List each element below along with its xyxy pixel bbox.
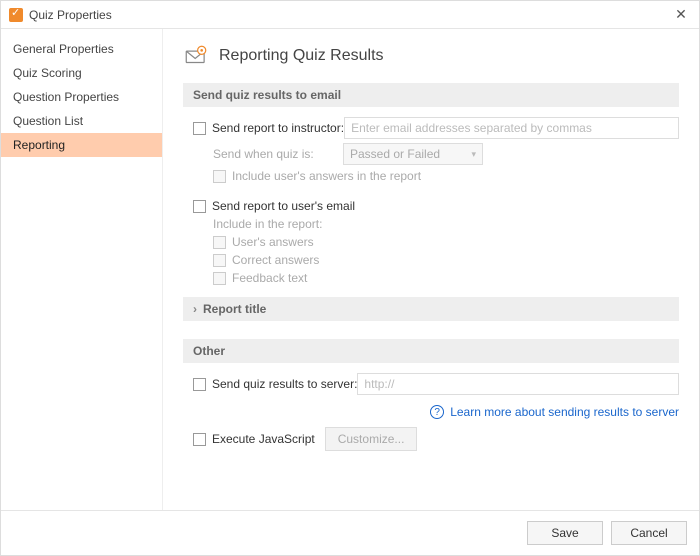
chk-execute-js[interactable] — [193, 433, 206, 446]
row-include-answers: Include user's answers in the report — [183, 169, 679, 183]
chk-correct-answers[interactable] — [213, 254, 226, 267]
titlebar: Quiz Properties ✕ — [1, 1, 699, 29]
customize-button[interactable]: Customize... — [325, 427, 418, 451]
chk-send-to-server[interactable] — [193, 378, 206, 391]
sidebar-item-question-list[interactable]: Question List — [1, 109, 162, 133]
section-email-header: Send quiz results to email — [183, 83, 679, 107]
lbl-send-to-instructor: Send report to instructor: — [212, 121, 344, 135]
lbl-correct-answers: Correct answers — [232, 253, 319, 267]
lbl-include-answers: Include user's answers in the report — [232, 169, 421, 183]
chk-user-answers[interactable] — [213, 236, 226, 249]
section-other-header: Other — [183, 339, 679, 363]
learn-more-link[interactable]: Learn more about sending results to serv… — [450, 405, 679, 419]
sidebar-item-label: Quiz Scoring — [13, 66, 82, 80]
lbl-feedback: Feedback text — [232, 271, 307, 285]
lbl-user-answers: User's answers — [232, 235, 314, 249]
select-send-when[interactable]: Passed or Failed ▾ — [343, 143, 483, 165]
app-icon — [9, 8, 23, 22]
page-header: Reporting Quiz Results — [183, 43, 679, 69]
save-button[interactable]: Save — [527, 521, 603, 545]
instructor-email-input[interactable] — [344, 117, 679, 139]
sidebar-item-scoring[interactable]: Quiz Scoring — [1, 61, 162, 85]
sidebar-item-general[interactable]: General Properties — [1, 37, 162, 61]
window-title: Quiz Properties — [29, 8, 671, 22]
row-send-to-user: Send report to user's email — [183, 199, 679, 213]
page-title: Reporting Quiz Results — [219, 47, 384, 65]
row-send-to-server: Send quiz results to server: — [183, 373, 679, 395]
row-opt-correct-answers: Correct answers — [183, 253, 679, 267]
row-send-to-instructor: Send report to instructor: — [183, 117, 679, 139]
row-opt-user-answers: User's answers — [183, 235, 679, 249]
chk-feedback[interactable] — [213, 272, 226, 285]
main-panel: Reporting Quiz Results Send quiz results… — [163, 29, 699, 510]
chevron-down-icon: ▾ — [471, 149, 476, 160]
row-execute-js: Execute JavaScript Customize... — [183, 427, 679, 451]
sidebar: General Properties Quiz Scoring Question… — [1, 29, 163, 510]
chk-include-answers[interactable] — [213, 170, 226, 183]
info-icon: ? — [430, 405, 444, 419]
chk-send-to-user[interactable] — [193, 200, 206, 213]
lbl-send-to-server: Send quiz results to server: — [212, 377, 357, 391]
lbl-send-to-user: Send report to user's email — [212, 199, 355, 213]
server-url-input[interactable] — [357, 373, 679, 395]
section-report-title[interactable]: Report title — [183, 297, 679, 321]
sidebar-item-label: Question Properties — [13, 90, 119, 104]
dialog-body: General Properties Quiz Scoring Question… — [1, 29, 699, 510]
select-send-when-value: Passed or Failed — [350, 147, 440, 161]
footer: Save Cancel — [1, 510, 699, 555]
cancel-button[interactable]: Cancel — [611, 521, 687, 545]
sidebar-item-label: Question List — [13, 114, 83, 128]
envelope-gear-icon — [183, 43, 209, 69]
lbl-send-when: Send when quiz is: — [213, 147, 314, 161]
sidebar-item-reporting[interactable]: Reporting — [1, 133, 162, 157]
row-opt-feedback: Feedback text — [183, 271, 679, 285]
row-send-when: Send when quiz is: Passed or Failed ▾ — [183, 143, 679, 165]
sidebar-item-label: Reporting — [13, 138, 65, 152]
close-icon[interactable]: ✕ — [671, 6, 691, 23]
chk-send-to-instructor[interactable] — [193, 122, 206, 135]
row-learn-more: ? Learn more about sending results to se… — [183, 399, 679, 423]
row-include-header: Include in the report: — [183, 217, 679, 231]
lbl-execute-js: Execute JavaScript — [212, 432, 315, 446]
sidebar-item-question-props[interactable]: Question Properties — [1, 85, 162, 109]
sidebar-item-label: General Properties — [13, 42, 114, 56]
lbl-include-header: Include in the report: — [213, 217, 322, 231]
